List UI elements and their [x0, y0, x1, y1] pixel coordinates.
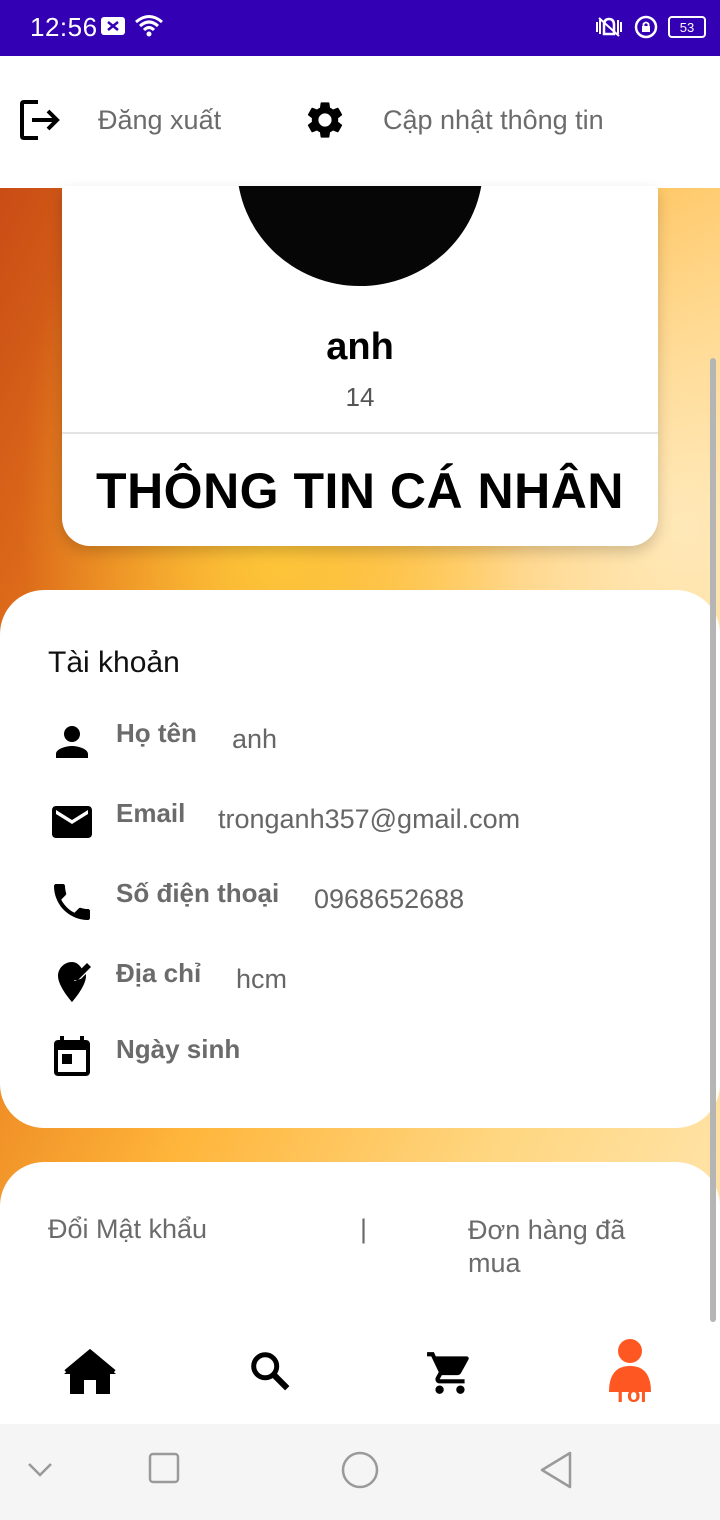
nav-home[interactable]	[60, 1348, 120, 1408]
logout-button[interactable]: Đăng xuất	[18, 90, 221, 150]
field-row-phone: Số điện thoại 0968652688	[48, 878, 648, 928]
home-button[interactable]	[340, 1450, 380, 1490]
system-nav-bar	[0, 1424, 720, 1520]
recents-button[interactable]	[148, 1452, 180, 1484]
rotation-lock-icon	[634, 15, 658, 39]
profile-name: anh	[326, 326, 394, 368]
update-info-label: Cập nhật thông tin	[383, 104, 604, 135]
profile-age: 14	[345, 382, 375, 412]
avatar[interactable]	[237, 186, 483, 286]
orders-link[interactable]: Đơn hàng đã mua	[468, 1214, 668, 1280]
field-value: anh	[232, 724, 278, 754]
field-value: tronganh357@gmail.com	[218, 804, 521, 834]
field-row-address: Địa chỉ hcm	[48, 958, 648, 1008]
field-label: Email	[116, 798, 186, 828]
update-info-button[interactable]: Cập nhật thông tin	[303, 90, 604, 150]
profile-card: anh 14 THÔNG TIN CÁ NHÂN	[62, 186, 658, 546]
field-label: Địa chỉ	[116, 958, 202, 988]
chevron-down-icon[interactable]	[26, 1460, 54, 1480]
field-row-name: Họ tên anh	[48, 718, 648, 768]
nav-me[interactable]: Tôi	[600, 1338, 660, 1407]
email-icon	[52, 806, 92, 838]
cart-icon	[427, 1352, 469, 1394]
location-edit-icon	[58, 962, 91, 1002]
field-row-birthday: Ngày sinh	[48, 1034, 648, 1084]
battery-indicator: 53	[668, 16, 706, 38]
calendar-icon	[54, 1036, 90, 1076]
field-label: Họ tên	[116, 718, 197, 748]
field-row-email: Email tronganh357@gmail.com	[48, 798, 648, 848]
field-label: Ngày sinh	[116, 1034, 241, 1064]
phone-icon	[54, 884, 90, 920]
nav-me-label: Tôi	[613, 1382, 647, 1407]
person-icon	[56, 726, 88, 758]
search-icon	[251, 1352, 290, 1391]
notification-icon	[101, 17, 125, 35]
vibrate-icon	[596, 17, 622, 37]
field-value: 0968652688	[314, 884, 465, 914]
home-icon	[64, 1348, 116, 1394]
separator: |	[360, 1214, 368, 1244]
wifi-icon	[135, 15, 163, 37]
divider	[62, 432, 658, 434]
status-time: 12:56	[30, 12, 98, 42]
scrollbar[interactable]	[710, 358, 716, 1322]
logout-label: Đăng xuất	[98, 104, 222, 135]
account-card: Tài khoản Họ tên anh Email tronganh357@g…	[0, 590, 720, 1128]
field-value: hcm	[236, 964, 288, 994]
nav-cart[interactable]	[420, 1348, 480, 1408]
change-password-link[interactable]: Đổi Mật khẩu	[48, 1214, 207, 1245]
field-label: Số điện thoại	[116, 878, 280, 908]
top-bar: Đăng xuất Cập nhật thông tin	[0, 56, 720, 188]
logout-icon	[20, 100, 60, 140]
back-button[interactable]	[538, 1450, 574, 1490]
status-bar: 12:56 53	[0, 0, 720, 56]
account-heading: Tài khoản	[48, 646, 180, 679]
nav-search[interactable]	[240, 1348, 300, 1408]
gear-icon	[307, 102, 343, 138]
bottom-nav: Tôi	[0, 1324, 720, 1424]
page-title: THÔNG TIN CÁ NHÂN	[96, 463, 624, 519]
